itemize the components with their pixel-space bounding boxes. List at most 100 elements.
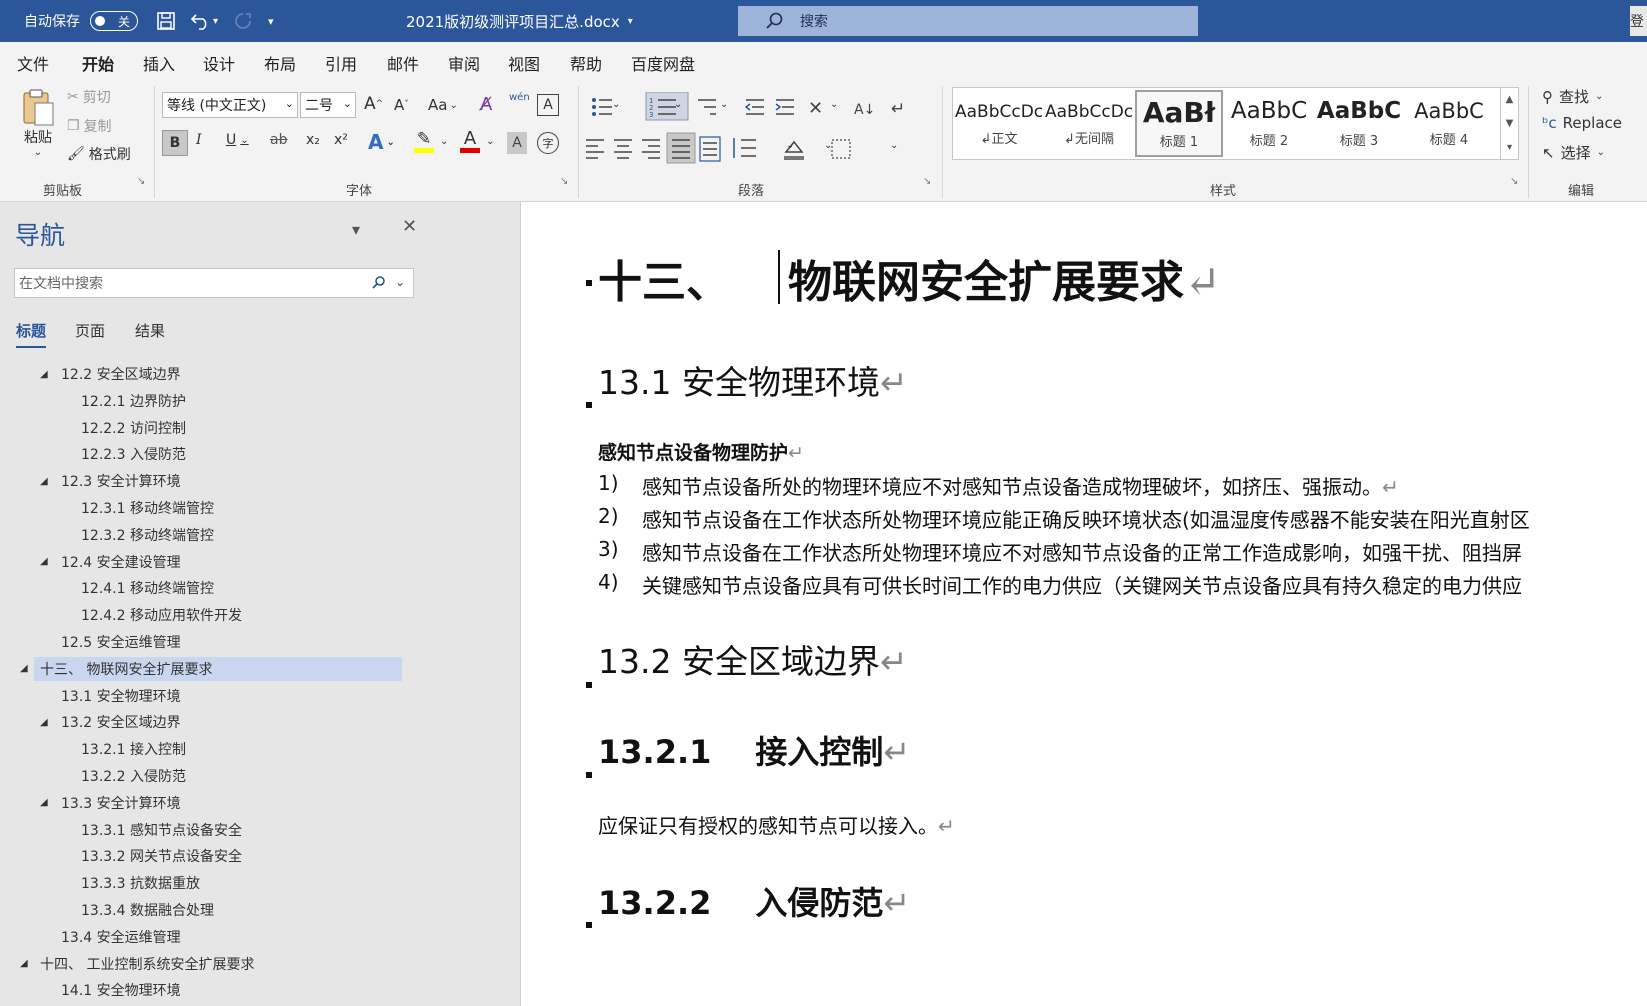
borders-icon[interactable] <box>831 139 851 159</box>
chevron-down-icon[interactable]: ⌄ <box>440 136 448 147</box>
chevron-down-icon[interactable]: ⌄ <box>824 140 832 151</box>
nav-heading-item[interactable]: 14.1 安全物理环境 <box>0 978 480 1002</box>
undo-icon[interactable] <box>190 0 212 42</box>
expand-triangle-icon[interactable]: ◢ <box>40 717 48 728</box>
align-left-icon[interactable] <box>586 139 604 159</box>
nav-tab-headings[interactable]: 标题 <box>16 320 47 348</box>
nav-heading-item[interactable]: ◢ 十四、 工业控制系统安全扩展要求 <box>0 952 480 976</box>
distributed-icon[interactable] <box>699 136 721 162</box>
nav-search-input[interactable]: 在文档中搜索 ⌄ <box>14 268 414 298</box>
show-formatting-marks-icon[interactable]: ↵ <box>891 99 905 119</box>
nav-tab-pages[interactable]: 页面 <box>75 320 105 341</box>
find-button[interactable]: ⚲ 查找 ⌄ <box>1542 86 1603 107</box>
style-heading-2[interactable]: AaBbC 标题 2 <box>1225 90 1313 157</box>
expand-triangle-icon[interactable]: ◢ <box>40 369 48 380</box>
chevron-down-icon[interactable]: ⌄ <box>612 99 620 110</box>
list-item[interactable]: 感知节点设备在工作状态所处物理环境应不对感知节点设备的正常工作造成影响，如强干扰… <box>642 537 1522 566</box>
shrink-font-icon[interactable]: Aˇ <box>394 96 409 114</box>
nav-heading-item[interactable]: 12.3.1 移动终端管控 <box>0 496 480 520</box>
tab-mailings[interactable]: 邮件 <box>387 51 419 75</box>
list-item[interactable]: 感知节点设备所处的物理环境应不对感知节点设备造成物理破坏，如挤压、强振动。↵ <box>642 471 1399 500</box>
tab-help[interactable]: 帮助 <box>570 51 602 75</box>
heading-1[interactable]: 十三、 物联网安全扩展要求↵ <box>598 246 1221 310</box>
nav-heading-item[interactable]: ◢ 12.4 安全建设管理 <box>0 550 480 574</box>
chevron-down-icon[interactable]: ⌄ <box>674 99 682 110</box>
style-no-spacing[interactable]: AaBbCcDc ↲无间隔 <box>1045 90 1133 157</box>
bullets-icon[interactable] <box>592 98 612 116</box>
nav-heading-item[interactable]: ◢ 13.2 安全区域边界 <box>0 710 480 734</box>
replace-button[interactable]: ᵇc Replace <box>1542 114 1622 132</box>
clear-formatting-icon[interactable]: A̸ <box>480 94 492 115</box>
align-center-icon[interactable] <box>614 139 632 159</box>
nav-heading-item[interactable]: 12.2.3 入侵防范 <box>0 442 480 466</box>
align-right-icon[interactable] <box>642 139 660 159</box>
nav-heading-item[interactable]: 13.2.1 接入控制 <box>0 737 480 761</box>
decrease-indent-icon[interactable] <box>744 99 764 115</box>
chevron-down-icon[interactable]: ⌄ <box>830 99 838 110</box>
nav-heading-item[interactable]: 13.1 安全物理环境 <box>0 684 480 708</box>
nav-heading-item[interactable]: 12.3.2 移动终端管控 <box>0 523 480 547</box>
nav-tab-results[interactable]: 结果 <box>135 320 165 341</box>
document-page[interactable]: 十三、 物联网安全扩展要求↵ 13.1 安全物理环境↵ 感知节点设备物理防护↵ 1… <box>522 202 1647 1006</box>
nav-heading-item[interactable]: ◢ 12.2 安全区域边界 <box>0 362 480 386</box>
phonetic-guide-button[interactable]: wén <box>509 92 530 103</box>
clipboard-launcher-icon[interactable]: ↘ <box>137 176 145 187</box>
more-styles-icon[interactable]: ▾ <box>1501 136 1518 160</box>
save-icon[interactable] <box>156 0 176 42</box>
nav-heading-item[interactable]: 13.2.2 入侵防范 <box>0 764 480 788</box>
chevron-down-icon[interactable]: ▼ <box>1501 112 1518 136</box>
highlight-button[interactable]: ✎ <box>414 130 434 153</box>
enclose-characters-button[interactable]: 字 <box>537 132 559 154</box>
nav-heading-item[interactable]: 13.3.3 抗数据重放 <box>0 871 480 895</box>
heading-3-13-2-1[interactable]: 13.2.1 接入控制↵ <box>598 727 910 773</box>
tab-references[interactable]: 引用 <box>325 51 357 75</box>
increase-indent-icon[interactable] <box>775 99 794 115</box>
nav-heading-item[interactable]: 12.5 安全运维管理 <box>0 630 480 654</box>
nav-heading-item[interactable]: 12.2.1 边界防护 <box>0 389 480 413</box>
chinese-layout-icon[interactable]: ✕ <box>808 98 823 119</box>
style-heading-4[interactable]: AaBbC 标题 4 <box>1405 90 1493 157</box>
superscript-button[interactable]: x² <box>334 132 348 148</box>
expand-triangle-icon[interactable]: ◢ <box>40 556 48 567</box>
tab-design[interactable]: 设计 <box>203 51 235 75</box>
search-box[interactable]: 搜索 <box>738 6 1198 36</box>
tab-insert[interactable]: 插入 <box>143 51 175 75</box>
list-item[interactable]: 感知节点设备在工作状态所处物理环境应能正确反映环境状态(如温湿度传感器不能安装在… <box>642 504 1530 533</box>
copy-button[interactable]: ❐ 复制 <box>67 115 112 137</box>
account-button[interactable]: 登 <box>1630 6 1647 36</box>
nav-heading-item[interactable]: ◢ 十三、 物联网安全扩展要求 <box>20 656 402 681</box>
chevron-down-icon[interactable]: ⌄ <box>786 140 794 151</box>
multilevel-list-icon[interactable] <box>698 99 716 115</box>
nav-heading-item[interactable]: 13.3.1 感知节点设备安全 <box>0 818 480 842</box>
tab-home[interactable]: 开始 <box>82 51 115 84</box>
paragraph-launcher-icon[interactable]: ↘ <box>923 176 931 187</box>
expand-triangle-icon[interactable]: ◢ <box>40 476 48 487</box>
document-title[interactable]: 2021版初级测评项目汇总.docx ▾ <box>406 0 633 42</box>
heading-2-13-1[interactable]: 13.1 安全物理环境↵ <box>598 356 908 404</box>
format-painter-button[interactable]: 🖌 格式刷 <box>67 143 131 165</box>
italic-button[interactable]: I <box>196 132 202 148</box>
bold-button[interactable]: B <box>162 130 188 156</box>
redo-icon[interactable] <box>232 0 254 42</box>
nav-heading-item[interactable]: 13.3.2 网关节点设备安全 <box>0 844 480 868</box>
nav-options-icon[interactable]: ▾ <box>352 220 360 239</box>
select-button[interactable]: ↖ 选择 ⌄ <box>1542 142 1605 163</box>
styles-launcher-icon[interactable]: ↘ <box>1510 176 1518 187</box>
underline-button[interactable]: U ⌄ <box>226 132 249 148</box>
tab-file[interactable]: 文件 <box>17 51 49 75</box>
nav-heading-item[interactable]: 13.4 安全运维管理 <box>0 925 480 949</box>
expand-triangle-icon[interactable]: ◢ <box>20 663 28 674</box>
nav-heading-item[interactable]: ◢ 12.3 安全计算环境 <box>0 469 480 493</box>
tab-layout[interactable]: 布局 <box>264 51 296 75</box>
nav-heading-item[interactable]: 12.4.1 移动终端管控 <box>0 576 480 600</box>
line-spacing-icon[interactable] <box>733 138 756 158</box>
paste-button[interactable]: 粘贴 ⌄ <box>16 86 60 158</box>
nav-heading-item[interactable]: 12.2.2 访问控制 <box>0 416 480 440</box>
heading-3-13-2-2[interactable]: 13.2.2 入侵防范↵ <box>598 878 910 924</box>
sort-icon[interactable]: A↓ <box>854 102 875 118</box>
tab-baidu-netdisk[interactable]: 百度网盘 <box>631 51 695 75</box>
chevron-down-icon[interactable]: ⌄ <box>720 99 728 110</box>
style-heading-3[interactable]: AaBbC 标题 3 <box>1315 90 1403 157</box>
font-name-combo[interactable]: 等线 (中文正文) ⌄ <box>162 92 298 118</box>
subscript-button[interactable]: x₂ <box>306 132 320 148</box>
